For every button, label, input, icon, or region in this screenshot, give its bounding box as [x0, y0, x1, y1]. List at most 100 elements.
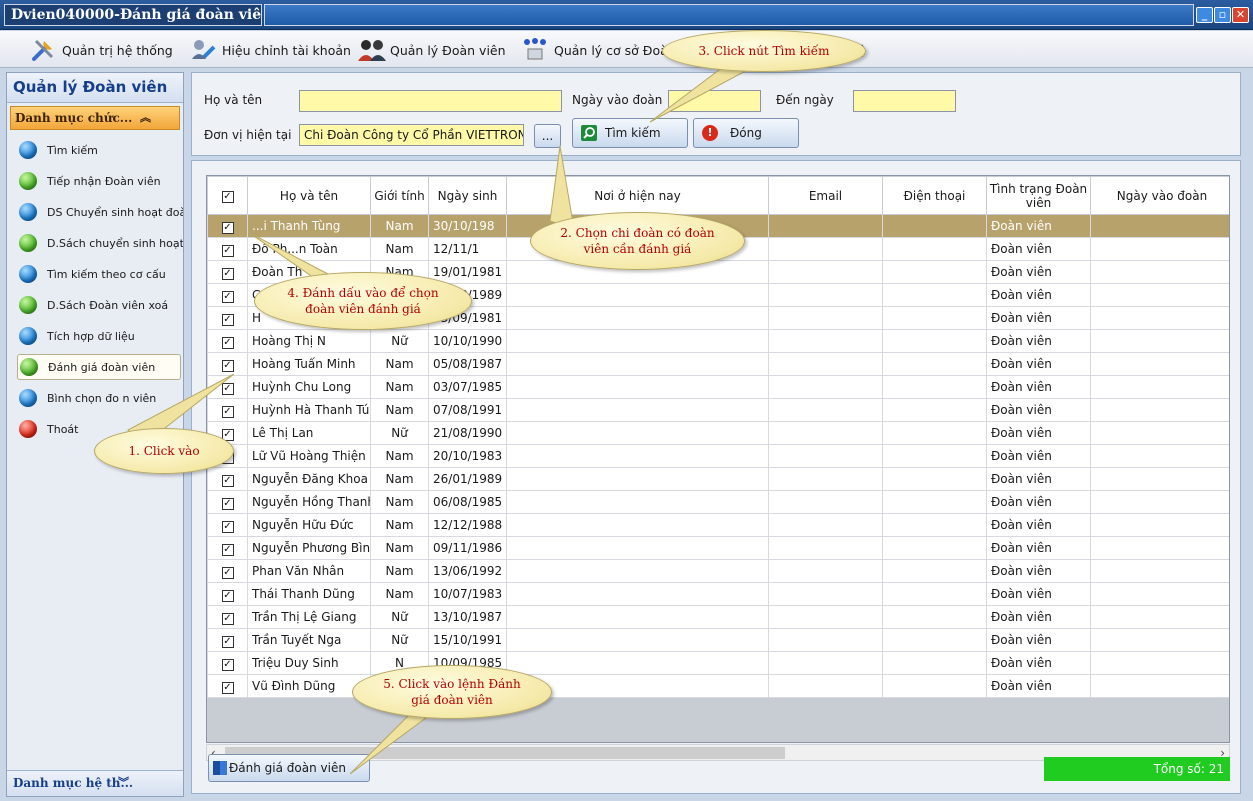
table-row[interactable]: ✓ Thái Thanh Dũng Nam 10/07/1983 Đoàn viên — [207, 582, 1229, 606]
checkbox-icon[interactable]: ✓ — [221, 589, 234, 602]
checkbox-icon[interactable]: ✓ — [221, 635, 234, 648]
maximize-button[interactable]: ▫ — [1214, 7, 1231, 23]
sidebar-item-data-integration[interactable]: Tích hợp dữ liệu — [17, 323, 183, 349]
row-checkbox[interactable]: ✓ — [207, 375, 248, 399]
minimize-button[interactable]: _ — [1196, 7, 1213, 23]
sidebar-item-search[interactable]: Tìm kiếm — [17, 137, 183, 163]
column-header-email[interactable]: Email — [768, 176, 883, 215]
evaluate-members-button[interactable]: Đánh giá đoàn viên — [208, 754, 370, 782]
table-row[interactable]: ✓Lữ Vũ Hoàng ThiệnNam20/10/1983Đoàn viên — [207, 444, 1229, 468]
sidebar-item-evaluate[interactable]: Đánh giá đoàn viên — [17, 354, 181, 380]
checkbox-icon[interactable]: ✓ — [221, 244, 234, 257]
row-checkbox[interactable]: ✓ — [207, 513, 248, 537]
column-header-name[interactable]: Họ và tên — [247, 176, 371, 215]
sidebar-item-structure-search[interactable]: Tìm kiếm theo cơ cấu — [17, 261, 183, 287]
row-checkbox[interactable]: ✓ — [207, 237, 248, 261]
browse-unit-button[interactable]: ... — [534, 124, 561, 148]
row-checkbox[interactable]: ✓ — [207, 260, 248, 284]
row-checkbox[interactable]: ✓ — [207, 467, 248, 491]
table-row[interactable]: ✓ Lê Thị Lan Nữ 21/08/1990 Đoàn viên — [207, 421, 1229, 445]
table-row[interactable]: ✓ Hoàng Tuấn Minh Nam 05/08/1987 Đoàn viên — [207, 352, 1229, 376]
name-input[interactable] — [299, 90, 562, 112]
sidebar-item-receive[interactable]: Tiếp nhận Đoàn viên — [17, 168, 183, 194]
row-checkbox[interactable]: ✓ — [207, 490, 248, 514]
column-header-dob[interactable]: Ngày sinh — [428, 176, 507, 215]
cell-dob: 13/10/1987 — [428, 605, 507, 629]
row-checkbox[interactable]: ✓ — [207, 398, 248, 422]
checkbox-icon[interactable]: ✓ — [221, 267, 234, 280]
checkbox-icon[interactable]: ✓ — [221, 612, 234, 625]
checkbox-icon[interactable]: ✓ — [221, 336, 234, 349]
unit-input[interactable]: Chi Đoàn Công ty Cổ Phần VIETTRON — [299, 124, 524, 146]
sidebar-item-transfer-list[interactable]: DS Chuyển sinh hoạt đoà — [17, 199, 183, 225]
row-checkbox[interactable]: ✓ — [207, 582, 248, 606]
row-checkbox[interactable]: ✓ — [207, 329, 248, 353]
table-row[interactable]: ✓ Trần Thị Lệ Giang Nữ 13/10/1987 Đoàn viên — [207, 605, 1229, 629]
table-row[interactable]: ✓ Nguyễn Hữu Đức Nam 12/12/1988 Đoàn viên — [207, 513, 1229, 537]
close-button[interactable]: ! Đóng — [693, 118, 799, 148]
row-checkbox[interactable]: ✓ — [207, 283, 248, 307]
checkbox-icon[interactable]: ✓ — [221, 405, 234, 418]
row-checkbox[interactable]: ✓ — [207, 651, 248, 675]
cell-phone — [882, 467, 987, 491]
search-icon — [581, 125, 597, 141]
cell-name: Nguyễn Hữu Đức — [247, 513, 371, 537]
menu-system-admin[interactable]: Quản trị hệ thống — [30, 37, 173, 63]
search-button[interactable]: Tìm kiếm — [572, 118, 688, 148]
cell-email — [768, 398, 883, 422]
table-row[interactable]: ✓ Nguyễn Phương Bình Nam 09/11/1986 Đoàn viê… — [207, 536, 1229, 560]
row-checkbox[interactable]: ✓ — [207, 536, 248, 560]
cell-address — [506, 490, 769, 514]
checkbox-icon[interactable]: ✓ — [221, 359, 234, 372]
row-checkbox[interactable]: ✓ — [207, 352, 248, 376]
chevron-down-icon[interactable]: ︾ — [118, 771, 129, 795]
column-header-join-date[interactable]: Ngày vào đoàn — [1090, 176, 1229, 215]
row-checkbox[interactable]: ✓ — [207, 605, 248, 629]
checkbox-icon[interactable]: ✓ — [221, 520, 234, 533]
checkbox-icon[interactable]: ✓ — [221, 681, 234, 694]
table-row[interactable]: ✓ Triệu Duy Sinh N 10/09/1985 Đoàn viên — [207, 651, 1229, 675]
sidebar-group-label: Danh mục chức... — [15, 111, 133, 125]
sidebar-item-deleted[interactable]: D.Sách Đoàn viên xoá — [17, 292, 183, 318]
table-row[interactable]: ✓ Hoàng Thị N Nữ 10/10/1990 Đoàn viên — [207, 329, 1229, 353]
column-header-status[interactable]: Tình trạng Đoàn viên — [986, 176, 1091, 215]
sidebar-item-transfer[interactable]: D.Sách chuyển sinh hoạt — [17, 230, 183, 256]
checkbox-icon[interactable]: ✓ — [221, 313, 234, 326]
table-row[interactable]: ✓ Huỳnh Chu Long Nam 03/07/1985 Đoàn viên — [207, 375, 1229, 399]
column-header-phone[interactable]: Điện thoại — [882, 176, 987, 215]
menu-manage-base[interactable]: Quản lý cơ sở Đoà — [522, 37, 668, 63]
menu-edit-account[interactable]: Hiệu chỉnh tài khoản — [190, 37, 351, 63]
row-checkbox[interactable]: ✓ — [207, 214, 248, 238]
sidebar-group-system[interactable]: Danh mục hệ th... ︾ — [7, 770, 183, 796]
checkbox-icon[interactable]: ✓ — [221, 382, 234, 395]
row-checkbox[interactable]: ✓ — [207, 674, 248, 698]
sidebar-item-vote[interactable]: Bình chọn đo n viên — [17, 385, 183, 411]
table-row[interactable]: ✓ Huỳnh Hà Thanh Tú Nam 07/08/1991 Đoàn viên — [207, 398, 1229, 422]
row-checkbox[interactable]: ✓ — [207, 306, 248, 330]
checkbox-icon[interactable]: ✓ — [221, 566, 234, 579]
cell-email — [768, 582, 883, 606]
to-date-input[interactable] — [853, 90, 956, 112]
table-row[interactable]: ✓ Nguyễn Đăng Khoa Nam 26/01/1989 Đoàn viên — [207, 467, 1229, 491]
select-all-checkbox[interactable]: ✓ — [207, 176, 248, 215]
cell-join-date — [1090, 306, 1229, 330]
table-row[interactable]: ✓ Nguyễn Hồng Thanh Nam 06/08/1985 Đoàn viên — [207, 490, 1229, 514]
table-row[interactable]: ✓ Trần Tuyết Nga Nữ 15/10/1991 Đoàn viên — [207, 628, 1229, 652]
checkbox-icon[interactable]: ✓ — [221, 290, 234, 303]
table-row[interactable]: ✓ Phan Văn Nhân Nam 13/06/1992 Đoàn viên — [207, 559, 1229, 583]
sidebar-group-functions[interactable]: Danh mục chức... ︽ — [10, 106, 180, 130]
chevron-up-icon[interactable]: ︽ — [140, 107, 151, 129]
cell-dob: 21/08/1990 — [428, 421, 507, 445]
column-header-address[interactable]: Nơi ở hiện nay — [506, 176, 769, 215]
checkbox-icon[interactable]: ✓ — [221, 497, 234, 510]
join-date-input[interactable] — [668, 90, 761, 112]
column-header-gender[interactable]: Giới tính — [370, 176, 429, 215]
checkbox-icon[interactable]: ✓ — [221, 658, 234, 671]
row-checkbox[interactable]: ✓ — [207, 559, 248, 583]
close-window-button[interactable]: ✕ — [1232, 7, 1249, 23]
checkbox-icon[interactable]: ✓ — [221, 474, 234, 487]
row-checkbox[interactable]: ✓ — [207, 628, 248, 652]
menu-manage-members[interactable]: Quản lý Đoàn viên — [358, 37, 506, 63]
checkbox-icon[interactable]: ✓ — [221, 543, 234, 556]
checkbox-icon[interactable]: ✓ — [221, 221, 234, 234]
